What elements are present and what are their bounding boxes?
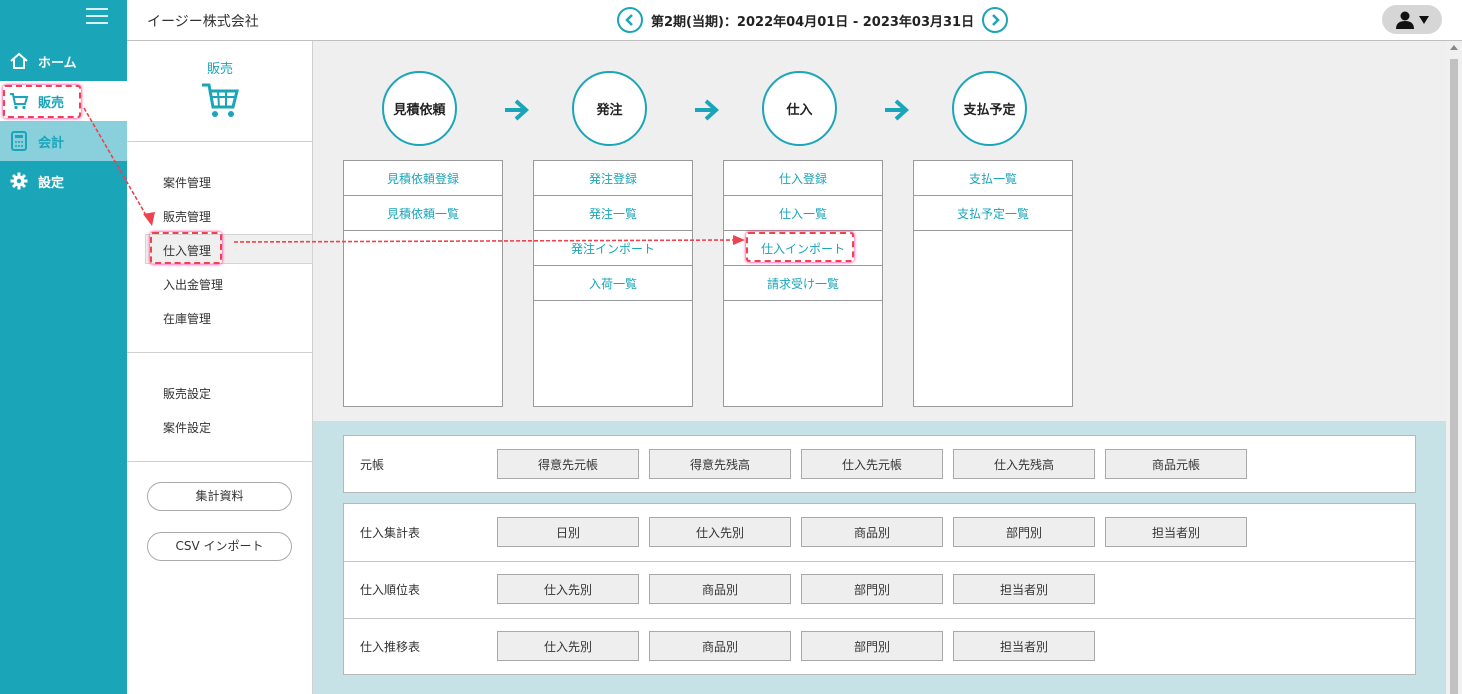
company-name: イージー株式会社 xyxy=(147,14,259,30)
product-ledger-button[interactable]: 商品元帳 xyxy=(1105,449,1247,479)
receiving-list-link[interactable]: 入荷一覧 xyxy=(534,266,692,301)
arrow-right-icon xyxy=(885,99,909,121)
payment-links-box: 支払一覧 支払予定一覧 xyxy=(913,160,1073,407)
flow-step-purchase: 仕入 xyxy=(762,71,837,146)
user-menu-button[interactable] xyxy=(1382,5,1442,34)
ledger-row: 元帳 得意先元帳 得意先残高 仕入先元帳 仕入先残高 商品元帳 xyxy=(344,436,1415,493)
nav-settings-label: 設定 xyxy=(38,175,65,191)
home-icon xyxy=(8,50,30,72)
purchase-list-link[interactable]: 仕入一覧 xyxy=(724,196,882,231)
flow-step-order: 発注 xyxy=(572,71,647,146)
purchase-links-box: 仕入登録 仕入一覧 仕入インポート 請求受け一覧 xyxy=(723,160,883,407)
sidebar-item-inventory[interactable]: 在庫管理 xyxy=(163,310,211,327)
divider xyxy=(127,461,313,462)
sidebar-item-projects[interactable]: 案件管理 xyxy=(163,174,211,191)
sidebar-item-project-settings[interactable]: 案件設定 xyxy=(163,419,211,436)
order-register-link[interactable]: 発注登録 xyxy=(534,161,692,196)
user-icon xyxy=(1395,11,1414,29)
nav-accounting[interactable]: 会計 xyxy=(0,121,127,161)
menu-icon[interactable] xyxy=(86,8,108,26)
trend-by-department-button[interactable]: 部門別 xyxy=(801,631,943,661)
order-list-link[interactable]: 発注一覧 xyxy=(534,196,692,231)
period-text: 第2期(当期)：2022年04月01日 - 2023年03月31日 xyxy=(651,14,975,30)
annotation-highlight-sales xyxy=(3,85,81,118)
annotation-highlight-purchase-mgmt xyxy=(150,232,222,264)
report-row-summary: 仕入集計表 日別 仕入先別 商品別 部門別 担当者別 xyxy=(344,504,1415,561)
gear-icon xyxy=(8,170,30,192)
chevron-right-icon xyxy=(992,14,1000,26)
annotation-highlight-purchase-import xyxy=(746,232,854,262)
main-content: 見積依頼 発注 仕入 支払予定 見積依頼登録 見積依頼一覧 発注登録 発注一覧 … xyxy=(313,41,1446,694)
ledger-label: 元帳 xyxy=(360,458,385,472)
report-row-trend: 仕入推移表 仕入先別 商品別 部門別 担当者別 xyxy=(344,618,1415,675)
calculator-icon xyxy=(8,130,30,152)
quote-list-link[interactable]: 見積依頼一覧 xyxy=(344,196,502,231)
vertical-scrollbar[interactable] xyxy=(1446,41,1462,694)
nav-home-label: ホーム xyxy=(38,55,77,71)
sidebar-item-sales-settings[interactable]: 販売設定 xyxy=(163,385,211,402)
flow-step-payment-schedule: 支払予定 xyxy=(952,71,1027,146)
ranking-by-department-button[interactable]: 部門別 xyxy=(801,574,943,604)
divider xyxy=(127,352,313,353)
summary-by-department-button[interactable]: 部門別 xyxy=(953,517,1095,547)
report-row-ranking: 仕入順位表 仕入先別 商品別 部門別 担当者別 xyxy=(344,561,1415,618)
next-period-button[interactable] xyxy=(982,7,1009,33)
customer-ledger-button[interactable]: 得意先元帳 xyxy=(497,449,639,479)
summary-by-staff-button[interactable]: 担当者別 xyxy=(1105,517,1247,547)
sales-sidebar: 販売 案件管理 販売管理 仕入管理 入出金管理 在庫管理 販売設定 案件設定 集… xyxy=(127,41,313,694)
caret-down-icon xyxy=(1418,15,1429,24)
trend-by-supplier-button[interactable]: 仕入先別 xyxy=(497,631,639,661)
supplier-ledger-button[interactable]: 仕入先元帳 xyxy=(801,449,943,479)
flow-step-quote-request: 見積依頼 xyxy=(382,71,457,146)
report-label: 仕入順位表 xyxy=(360,583,421,597)
order-links-box: 発注登録 発注一覧 発注インポート 入荷一覧 xyxy=(533,160,693,407)
ranking-by-supplier-button[interactable]: 仕入先別 xyxy=(497,574,639,604)
arrow-right-icon xyxy=(505,99,529,121)
scroll-thumb[interactable] xyxy=(1450,59,1458,694)
trend-by-staff-button[interactable]: 担当者別 xyxy=(953,631,1095,661)
summary-by-supplier-button[interactable]: 仕入先別 xyxy=(649,517,791,547)
report-label: 仕入推移表 xyxy=(360,640,421,654)
customer-balance-button[interactable]: 得意先残高 xyxy=(649,449,791,479)
reports-area: 元帳 得意先元帳 得意先残高 仕入先元帳 仕入先残高 商品元帳 仕入集計表 日別… xyxy=(313,421,1446,694)
invoice-received-list-link[interactable]: 請求受け一覧 xyxy=(724,266,882,301)
prev-period-button[interactable] xyxy=(617,7,643,33)
summary-daily-button[interactable]: 日別 xyxy=(497,517,639,547)
sidebar-item-sales-mgmt[interactable]: 販売管理 xyxy=(163,208,211,225)
divider xyxy=(127,141,313,142)
supplier-balance-button[interactable]: 仕入先残高 xyxy=(953,449,1095,479)
summary-by-product-button[interactable]: 商品別 xyxy=(801,517,943,547)
sidebar-item-payments[interactable]: 入出金管理 xyxy=(163,276,223,293)
nav-settings[interactable]: 設定 xyxy=(0,161,127,201)
quote-links-box: 見積依頼登録 見積依頼一覧 xyxy=(343,160,503,407)
purchase-register-link[interactable]: 仕入登録 xyxy=(724,161,882,196)
trend-by-product-button[interactable]: 商品別 xyxy=(649,631,791,661)
reports-panel: 仕入集計表 日別 仕入先別 商品別 部門別 担当者別 仕入順位表 仕入先別 商品… xyxy=(343,503,1416,675)
chevron-left-icon xyxy=(625,14,633,26)
ranking-by-product-button[interactable]: 商品別 xyxy=(649,574,791,604)
nav-accounting-label: 会計 xyxy=(38,135,65,151)
payment-list-link[interactable]: 支払一覧 xyxy=(914,161,1072,196)
arrow-right-icon xyxy=(695,99,719,121)
nav-home[interactable]: ホーム xyxy=(0,41,127,81)
summary-docs-button[interactable]: 集計資料 xyxy=(147,482,292,511)
top-header: イージー株式会社 第2期(当期)：2022年04月01日 - 2023年03月3… xyxy=(127,0,1462,41)
period-selector: 第2期(当期)：2022年04月01日 - 2023年03月31日 xyxy=(617,6,1009,34)
scroll-up-icon[interactable] xyxy=(1450,45,1458,50)
ledger-panel: 元帳 得意先元帳 得意先残高 仕入先元帳 仕入先残高 商品元帳 xyxy=(343,435,1416,493)
report-label: 仕入集計表 xyxy=(360,526,421,540)
ranking-by-staff-button[interactable]: 担当者別 xyxy=(953,574,1095,604)
cart-icon xyxy=(200,81,240,121)
payment-schedule-list-link[interactable]: 支払予定一覧 xyxy=(914,196,1072,231)
sidebar-title: 販売 xyxy=(206,62,233,77)
csv-import-button[interactable]: CSV インポート xyxy=(147,532,292,561)
order-import-link[interactable]: 発注インポート xyxy=(534,231,692,266)
quote-register-link[interactable]: 見積依頼登録 xyxy=(344,161,502,196)
